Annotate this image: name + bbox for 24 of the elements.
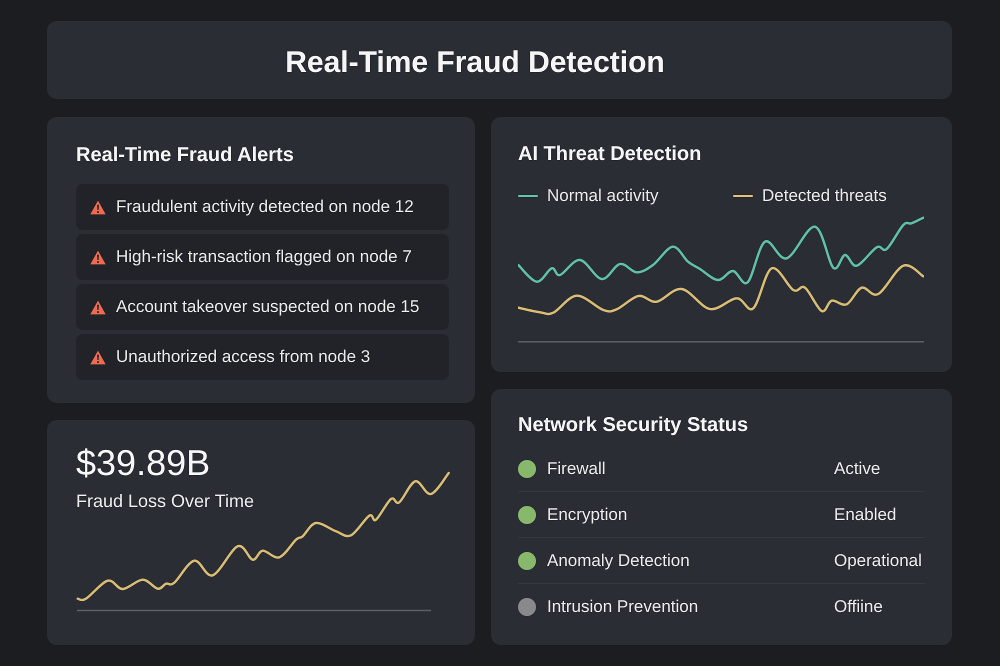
panel-title: Network Security Status bbox=[518, 413, 750, 437]
alert-text: Unauthorized access from node 3 bbox=[116, 346, 370, 368]
status-label: Anomaly Detection bbox=[547, 550, 691, 572]
status-label: Intrusion Prevention bbox=[547, 596, 700, 618]
alert-text: Account takeover suspected on node 15 bbox=[116, 296, 420, 318]
warning-icon bbox=[90, 250, 106, 264]
status-value: Enabled bbox=[834, 504, 898, 526]
alert-text: High-risk transaction flagged on node 7 bbox=[116, 246, 412, 268]
loss-amount: $39.89B bbox=[76, 443, 212, 483]
loss-label: Fraud Loss Over Time bbox=[76, 490, 254, 512]
legend-label: Detected threats bbox=[762, 186, 887, 206]
dashboard-title: Real-Time Fraud Detection bbox=[285, 44, 665, 80]
status-label: Encryption bbox=[547, 504, 628, 526]
warning-icon bbox=[90, 200, 106, 214]
status-label: Firewall bbox=[547, 458, 607, 480]
warning-icon bbox=[90, 350, 106, 364]
panel-title: Real-Time Fraud Alerts bbox=[76, 143, 295, 167]
status-value: Operational bbox=[834, 550, 923, 572]
panel-title: AI Threat Detection bbox=[518, 142, 702, 166]
alert-text: Fraudulent activity detected on node 12 bbox=[116, 196, 414, 218]
warning-icon bbox=[90, 300, 106, 314]
status-value: Offiine bbox=[834, 596, 884, 618]
legend-label: Normal activity bbox=[547, 186, 658, 206]
status-value: Active bbox=[834, 458, 882, 480]
